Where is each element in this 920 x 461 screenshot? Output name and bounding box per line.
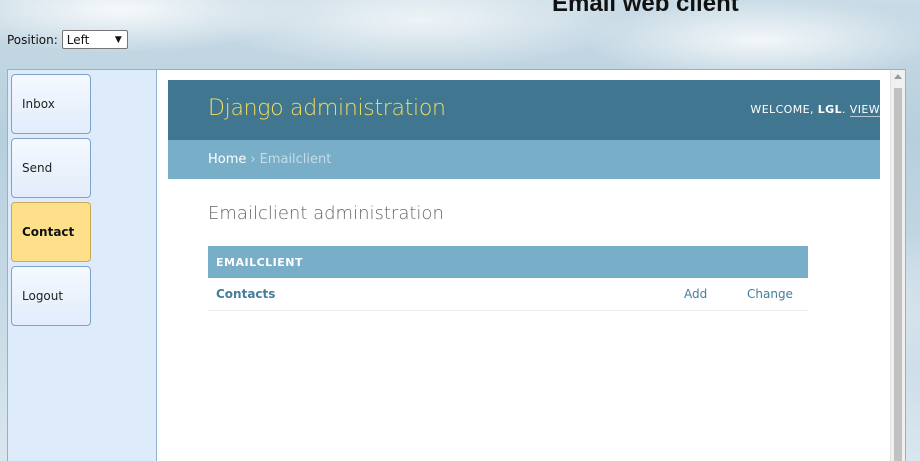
- change-contact-link[interactable]: Change: [747, 287, 793, 301]
- breadcrumb-home-link[interactable]: Home: [208, 152, 246, 167]
- nav-inbox-button[interactable]: Inbox: [11, 74, 91, 134]
- nav-contact-button[interactable]: Contact: [11, 202, 91, 262]
- app-module: EMAILCLIENT Contacts Add Change: [208, 246, 808, 311]
- app-title: Email web client: [552, 0, 739, 17]
- position-select-value: Left: [66, 32, 90, 47]
- user-tools-dot: .: [842, 103, 850, 116]
- table-row: Contacts Add Change: [208, 278, 808, 311]
- admin-content: Django administration WELCOME, LGL. VIEW…: [158, 70, 890, 461]
- page-title: Emailclient administration: [208, 203, 444, 224]
- contacts-link[interactable]: Contacts: [216, 287, 275, 301]
- position-select[interactable]: Left ▼: [61, 30, 128, 49]
- add-contact-link[interactable]: Add: [684, 287, 707, 301]
- view-site-link[interactable]: VIEW: [849, 103, 880, 117]
- admin-header: Django administration WELCOME, LGL. VIEW: [168, 80, 880, 140]
- position-control: Position: Left ▼: [7, 30, 128, 49]
- nav-logout-button[interactable]: Logout: [11, 266, 91, 326]
- vertical-scrollbar[interactable]: [890, 70, 905, 461]
- chevron-down-icon: ▼: [114, 34, 122, 45]
- breadcrumb-separator: ›: [250, 152, 256, 167]
- position-label: Position:: [7, 32, 58, 47]
- scroll-up-arrow-icon[interactable]: [894, 74, 902, 79]
- client-frame: Inbox Send Contact Logout Django adminis…: [7, 69, 906, 461]
- user-tools: WELCOME, LGL. VIEW: [750, 103, 880, 117]
- breadcrumb: Home › Emailclient: [168, 140, 880, 179]
- sidebar: Inbox Send Contact Logout: [8, 70, 157, 461]
- breadcrumb-current: Emailclient: [259, 152, 332, 167]
- username: LGL: [817, 103, 842, 116]
- scrollbar-thumb[interactable]: [894, 88, 902, 461]
- site-branding[interactable]: Django administration: [208, 96, 446, 121]
- nav-send-button[interactable]: Send: [11, 138, 91, 198]
- module-caption[interactable]: EMAILCLIENT: [208, 246, 808, 278]
- welcome-text: WELCOME,: [750, 103, 818, 116]
